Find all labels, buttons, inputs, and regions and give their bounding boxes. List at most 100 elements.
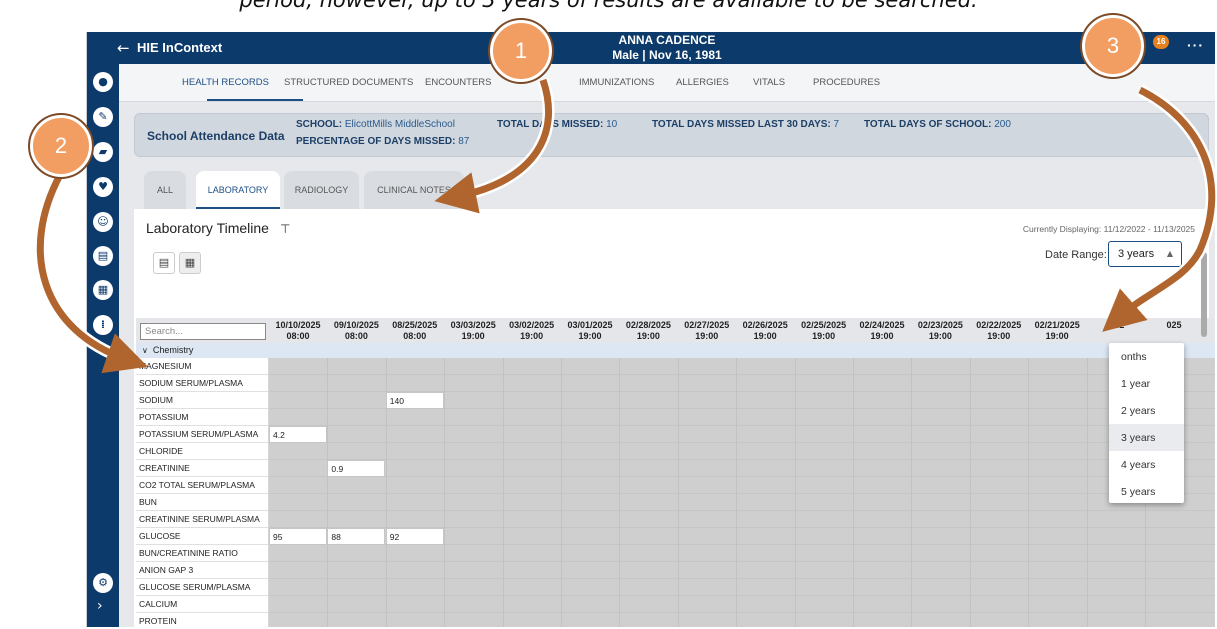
user-icon[interactable]: ● [93,72,113,92]
table-row: CHLORIDE [136,443,1215,460]
cell-separator [561,392,562,409]
table-row: PROTEIN [136,613,1215,627]
panel-title: Laboratory Timeline [146,220,269,236]
cell-separator [561,477,562,494]
subtab-laboratory[interactable]: LABORATORY [196,171,280,209]
dropdown-option[interactable]: 1 year [1109,370,1184,397]
result-cell[interactable]: 92 [385,528,444,545]
cell-separator [385,375,387,392]
tab-procedures[interactable]: PROCEDURES [813,77,880,88]
cell-separator [969,562,971,579]
total-days-field: TOTAL DAYS OF SCHOOL: 200 [864,119,1011,130]
row-label: SODIUM [136,392,269,409]
cell-separator [736,579,738,596]
result-cell[interactable]: 95 [269,528,327,545]
cell-separator [327,375,329,392]
cell-separator [327,358,329,375]
notification-badge[interactable]: 16 [1153,35,1169,49]
top-bar: ← HIE InContext ANNA CADENCE Male | Nov … [87,32,1215,64]
face-icon[interactable]: ☺ [93,212,113,232]
vertical-scrollbar[interactable] [1201,252,1207,337]
subtab-all[interactable]: ALL [144,171,186,209]
result-cell[interactable]: 0.9 [327,460,386,477]
pill-icon[interactable]: ✎ [93,107,113,127]
folder-icon[interactable]: ▰ [93,142,113,162]
cell-separator [1028,511,1030,528]
cell-separator [1028,579,1030,596]
cell-separator [561,426,562,443]
cell-separator [444,528,446,545]
subtab-clinical-notes[interactable]: CLINICAL NOTES [364,171,464,209]
tab-immunizations[interactable]: IMMUNIZATIONS [579,77,654,88]
cell-separator [1145,613,1146,627]
dropdown-option[interactable]: 2 years [1109,397,1184,424]
result-cell[interactable]: 4.2 [269,426,327,443]
cell-separator [502,460,504,477]
cell-separator [385,358,387,375]
cell-separator [327,579,329,596]
more-icon[interactable]: ··· [1187,37,1204,53]
date-range-label: Date Range: [1045,249,1107,261]
stethoscope-icon[interactable]: ♥ [93,177,113,197]
tab-encounters[interactable]: ENCOUNTERS [425,77,492,88]
cell-separator [619,460,621,477]
cell-separator [969,613,971,627]
pin-icon[interactable]: ⊤ [280,222,290,236]
tab-allergies[interactable]: ALLERGIES [676,77,729,88]
cell-separator [1145,579,1146,596]
category-row[interactable]: ∨ Chemistry [136,343,1215,358]
cell-separator [736,392,738,409]
cell-separator [619,443,621,460]
cell-separator [385,613,387,627]
tab-vitals[interactable]: VITALS [753,77,785,88]
subtab-radiology[interactable]: RADIOLOGY [284,171,359,209]
cell-separator [677,562,679,579]
result-cell[interactable]: 140 [385,392,444,409]
tab-health-records[interactable]: HEALTH RECORDS [182,77,269,88]
cell-separator [385,477,387,494]
caret-up-icon: ▲ [1166,249,1173,258]
cell-separator [794,477,796,494]
expand-chevron-icon[interactable]: › [97,598,103,614]
table-row: CALCIUM [136,596,1215,613]
grid-view-icon[interactable]: ▦ [179,252,201,274]
cell-separator [1028,528,1030,545]
apps-grid-icon[interactable]: ⁞ [93,315,113,335]
dropdown-option[interactable]: 5 years [1109,478,1184,505]
dropdown-option[interactable]: 4 years [1109,451,1184,478]
cell-separator [911,545,913,562]
result-cell[interactable]: 88 [327,528,386,545]
user-settings-icon[interactable]: ⚙ [93,573,113,593]
search-input[interactable] [140,323,266,340]
row-label: CREATININE SERUM/PLASMA [136,511,269,528]
cell-separator [1086,358,1088,375]
back-arrow-icon[interactable]: ← [117,39,130,57]
cell-separator [736,511,738,528]
cell-separator [1145,511,1146,528]
cell-separator [911,579,913,596]
cell-separator [1086,443,1088,460]
date-column-header: 02/22/2025 19:00 [976,320,1022,341]
list-view-icon[interactable]: ▤ [153,252,175,274]
cell-separator [853,426,854,443]
cell-separator [1145,545,1146,562]
dropdown-option[interactable]: 3 years [1109,424,1184,451]
dashboard-icon[interactable]: ▦ [93,280,113,300]
attendance-title: School Attendance Data [147,129,285,143]
clipboard-icon[interactable]: ▤ [93,246,113,266]
cell-separator [911,443,913,460]
cell-separator [1028,477,1030,494]
tab-structured-documents[interactable]: STRUCTURED DOCUMENTS [284,77,413,88]
cell-separator [561,528,562,545]
date-range-select[interactable]: 3 years ▲ [1108,241,1182,267]
cell-separator [911,511,913,528]
cell-separator [794,511,796,528]
cell-separator [794,358,796,375]
cell-separator [385,426,387,443]
cell-separator [794,596,796,613]
table-row: GLUCOSE 95 88 92 [136,528,1215,545]
dropdown-option[interactable]: onths [1109,343,1184,370]
cell-separator [677,596,679,613]
cell-separator [1028,375,1030,392]
cell-separator [619,375,621,392]
